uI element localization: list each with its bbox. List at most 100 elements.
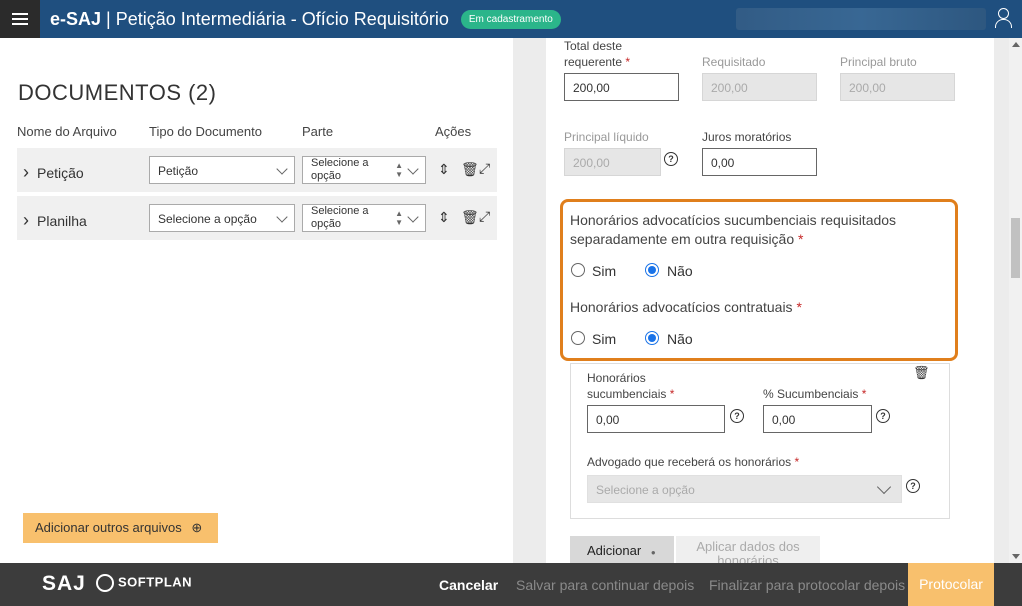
- scroll-up-icon[interactable]: [1012, 42, 1020, 47]
- required-marker: *: [669, 387, 675, 401]
- menu-button[interactable]: [0, 0, 40, 38]
- plus-circle-icon: ⊕: [191, 520, 203, 535]
- total-field[interactable]: 200,00: [564, 73, 679, 101]
- save-continue-button: Salvar para continuar depois: [516, 577, 695, 593]
- doc-type-select[interactable]: Selecione a opção: [149, 204, 295, 232]
- trash-icon[interactable]: 🗑: [913, 365, 930, 381]
- required-marker: *: [861, 387, 867, 401]
- adicionar-button[interactable]: Adicionar ●: [570, 536, 674, 563]
- advogado-select[interactable]: Selecione a opção: [587, 475, 902, 503]
- expand-icon[interactable]: ⤢: [479, 208, 490, 225]
- principal-liquido-label: Principal líquido: [564, 130, 649, 144]
- scroll-thumb[interactable]: [1011, 218, 1020, 278]
- principal-bruto-label: Principal bruto: [840, 55, 917, 69]
- protocol-button[interactable]: Protocolar: [908, 563, 994, 606]
- advogado-placeholder: Selecione a opção: [596, 483, 695, 497]
- page-title: e-SAJ | Petição Intermediária - Ofício R…: [50, 9, 449, 30]
- required-marker: *: [794, 455, 800, 469]
- reorder-icon[interactable]: ⇕: [438, 209, 450, 226]
- chevron-down-icon: [276, 211, 288, 223]
- total-label: Total deste requerente *: [564, 38, 664, 70]
- table-row: Planilha Selecione a opção Selecione a o…: [17, 196, 497, 240]
- required-marker: *: [625, 55, 631, 69]
- chevron-down-icon: [276, 163, 288, 175]
- requisitado-field: 200,00: [702, 73, 817, 101]
- help-icon[interactable]: ?: [664, 152, 678, 166]
- help-icon[interactable]: ?: [906, 479, 920, 493]
- softplan-logo: SOFTPLAN: [96, 574, 192, 592]
- part-select[interactable]: Selecione a opção ▲ ▼: [302, 204, 426, 232]
- scroll-down-icon[interactable]: [1012, 554, 1020, 559]
- spinner-icon: ▲ ▼: [395, 161, 403, 179]
- hamburger-icon: [12, 18, 28, 20]
- chevron-down-icon: [876, 479, 892, 495]
- juros-label: Juros moratórios: [702, 130, 792, 144]
- help-icon[interactable]: ?: [876, 409, 890, 423]
- user-info-blurred: [736, 8, 986, 30]
- finish-later-button: Finalizar para protocolar depois: [709, 577, 906, 593]
- hon-suc-label-text: Honorários sucumbenciais: [587, 371, 667, 401]
- part-value: Selecione a opção: [311, 205, 369, 230]
- scrollbar[interactable]: [1009, 38, 1022, 563]
- hon-suc-field[interactable]: 0,00: [587, 405, 725, 433]
- brand-name: e-SAJ: [50, 8, 102, 29]
- pct-suc-field[interactable]: 0,00: [763, 405, 872, 433]
- chevron-down-icon: [407, 211, 419, 223]
- juros-field[interactable]: 0,00: [702, 148, 817, 176]
- add-files-button[interactable]: Adicionar outros arquivos ⊕: [23, 513, 218, 543]
- doc-name-toggle[interactable]: Planilha: [23, 210, 87, 231]
- q2-sim-label: Sim: [592, 331, 617, 347]
- spinner-icon: ▲ ▼: [395, 209, 403, 227]
- trash-icon[interactable]: 🗑: [461, 209, 479, 226]
- col-tipo-documento: Tipo do Documento: [149, 124, 262, 139]
- part-value: Selecione a opção: [311, 157, 369, 182]
- apply-honorarios-button: Aplicar dados dos honorários: [676, 536, 820, 563]
- advogado-label: Advogado que receberá os honorários *: [587, 454, 799, 470]
- q1-sim-radio[interactable]: [571, 263, 585, 277]
- documents-title: DOCUMENTOS (2): [18, 80, 217, 105]
- trash-icon[interactable]: 🗑: [461, 161, 479, 178]
- doc-type-value: Petição: [158, 164, 199, 178]
- q1-question: Honorários advocatícios sucumbenciais re…: [570, 211, 915, 249]
- app-header: e-SAJ | Petição Intermediária - Ofício R…: [0, 0, 1022, 38]
- col-acoes: Ações: [435, 124, 472, 139]
- chevron-down-icon: [407, 163, 419, 175]
- advogado-label-text: Advogado que receberá os honorários: [587, 455, 792, 469]
- q1-nao-label: Não: [667, 263, 693, 279]
- user-icon[interactable]: [994, 8, 1012, 28]
- dot-icon: ●: [650, 548, 656, 557]
- table-row: Petição Petição Selecione a opção ▲▼ ⇕ 🗑…: [17, 148, 497, 192]
- q2-text: Honorários advocatícios contratuais: [570, 299, 793, 315]
- q2-nao-label: Não: [667, 331, 693, 347]
- col-parte: Parte: [302, 124, 334, 139]
- q1-text: Honorários advocatícios sucumbenciais re…: [570, 212, 897, 247]
- page-title-text: | Petição Intermediária - Ofício Requisi…: [101, 8, 449, 29]
- q1-nao-radio[interactable]: [645, 263, 659, 277]
- status-badge: Em cadastramento: [460, 9, 561, 29]
- cancel-button[interactable]: Cancelar: [439, 577, 498, 593]
- part-select[interactable]: Selecione a opção ▲ ▼: [302, 156, 426, 184]
- col-nome-arquivo: Nome do Arquivo: [17, 124, 117, 139]
- hon-suc-label: Honorários sucumbenciais *: [587, 370, 687, 402]
- q2-sim-radio[interactable]: [571, 331, 585, 345]
- pct-suc-label-text: % Sucumbenciais: [763, 387, 859, 401]
- principal-liquido-field: 200,00: [564, 148, 661, 176]
- softplan-text: SOFTPLAN: [118, 574, 193, 590]
- q1-sim-label: Sim: [592, 263, 617, 279]
- adicionar-label: Adicionar: [587, 543, 642, 558]
- pct-suc-label: % Sucumbenciais *: [763, 386, 866, 402]
- doc-type-select[interactable]: Petição: [149, 156, 295, 184]
- total-label-text: Total deste requerente: [564, 39, 623, 69]
- required-marker: *: [796, 299, 802, 315]
- required-marker: *: [798, 231, 804, 247]
- footer-bar: SAJ SOFTPLAN Cancelar Salvar para contin…: [0, 563, 1022, 606]
- expand-icon[interactable]: ⤢: [479, 160, 490, 177]
- documents-panel: DOCUMENTOS (2) Nome do Arquivo Tipo do D…: [0, 38, 513, 563]
- help-icon[interactable]: ?: [730, 409, 744, 423]
- q2-nao-radio[interactable]: [645, 331, 659, 345]
- reorder-icon[interactable]: ⇕: [438, 161, 450, 178]
- form-panel: Total deste requerente * 200,00 Requisit…: [513, 38, 1009, 563]
- doc-type-value: Selecione a opção: [158, 212, 257, 226]
- doc-name-toggle[interactable]: Petição: [23, 162, 84, 183]
- principal-bruto-field: 200,00: [840, 73, 955, 101]
